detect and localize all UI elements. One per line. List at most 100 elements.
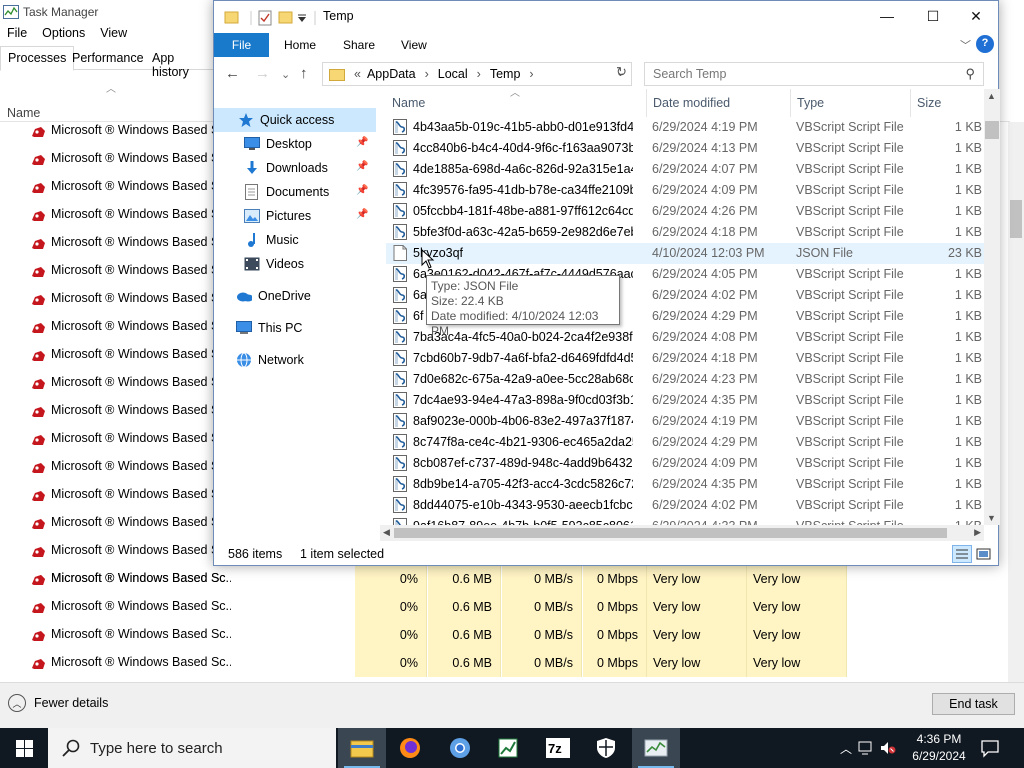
large-icons-view-icon[interactable] [976, 548, 991, 560]
vbscript-file-icon [393, 371, 408, 387]
column-header-size[interactable]: Size [917, 96, 941, 110]
ribbon-tab-share[interactable]: Share [343, 33, 375, 57]
tab-performance[interactable]: Performance [64, 46, 152, 70]
pin-icon[interactable]: 📌 [356, 185, 368, 196]
breadcrumb-chevron-icon[interactable]: › [425, 67, 429, 81]
up-arrow-icon[interactable]: ↑ [300, 65, 308, 82]
pin-icon[interactable]: 📌 [356, 209, 368, 220]
maximize-button[interactable]: ☐ [910, 1, 956, 32]
file-row[interactable]: 8af9023e-000b-4b06-83e2-497a37f18748 6/29… [386, 411, 984, 432]
start-button[interactable] [0, 728, 48, 768]
taskbar-app-security[interactable] [582, 728, 630, 768]
scroll-down-icon[interactable]: ▼ [987, 513, 996, 523]
taskbar-search[interactable]: Type here to search [48, 728, 336, 768]
nav-item-this-pc[interactable]: This PC [214, 316, 376, 340]
file-row[interactable]: 8cb087ef-c737-489d-948c-4add9b6432c9 6/29… [386, 453, 984, 474]
file-row[interactable]: 8db9be14-a705-42f3-acc4-3cdc5826c728 6/29… [386, 474, 984, 495]
end-task-button[interactable]: End task [932, 693, 1015, 715]
file-row[interactable]: 7dc4ae93-94e4-47a3-898a-9f0cd03f3b1d 6/29… [386, 390, 984, 411]
menu-file[interactable]: File [0, 24, 35, 44]
menu-view[interactable]: View [93, 24, 135, 44]
address-bar[interactable]: « AppData › Local › Temp › ⌄ [322, 62, 632, 86]
ribbon-tab-home[interactable]: Home [284, 33, 316, 57]
nav-item-music[interactable]: Music [214, 228, 376, 252]
back-arrow-icon[interactable]: ← [225, 65, 240, 82]
fewer-details-link[interactable]: ︿ Fewer details [8, 694, 108, 712]
taskbar-app-task-manager[interactable] [632, 728, 680, 768]
nav-item-label: Pictures [266, 209, 312, 223]
nav-item-onedrive[interactable]: OneDrive [214, 284, 376, 308]
breadcrumb-local[interactable]: Local [438, 67, 468, 81]
column-divider[interactable] [790, 89, 791, 117]
taskbar-app-spreadsheet[interactable] [484, 728, 532, 768]
file-row[interactable]: 4cc840b6-b4c4-40d4-9f6c-f163aa9073b1 6/29… [386, 138, 984, 159]
breadcrumb-chevron-icon[interactable]: › [529, 67, 533, 81]
notification-icon[interactable] [980, 738, 1000, 758]
nav-item-pictures[interactable]: Pictures 📌 [214, 204, 376, 228]
expand-ribbon-icon[interactable]: ﹀ [960, 37, 971, 53]
forward-arrow-icon[interactable]: → [255, 65, 270, 82]
volume-muted-icon[interactable] [880, 741, 896, 755]
file-row[interactable]: 4de1885a-698d-4a6c-826d-92a315e1a402 6/29… [386, 159, 984, 180]
explorer-titlebar[interactable]: Temp — ☐ ✕ [214, 1, 998, 33]
vbscript-file-icon [393, 287, 408, 303]
show-hidden-icons-icon[interactable]: ︿ [840, 740, 852, 757]
recent-dropdown-icon[interactable]: ⌄ [281, 68, 290, 81]
column-divider[interactable] [910, 89, 911, 117]
column-header-type[interactable]: Type [797, 96, 824, 110]
file-row[interactable]: 05fccbb4-181f-48be-a881-97ff612c64cd 6/29… [386, 201, 984, 222]
pin-icon[interactable]: 📌 [356, 137, 368, 148]
nav-item-quick-access[interactable]: Quick access [214, 108, 376, 132]
scroll-up-icon[interactable]: ▲ [987, 91, 996, 101]
clock[interactable]: 4:36 PM 6/29/2024 [904, 731, 974, 765]
menu-options[interactable]: Options [35, 24, 93, 44]
breadcrumb-chevron-icon[interactable]: › [477, 67, 481, 81]
nav-item-documents[interactable]: Documents 📌 [214, 180, 376, 204]
process-list-scroll-thumb[interactable] [1010, 200, 1022, 238]
file-list-vscrollbar[interactable]: ▲ ▼ [984, 89, 1000, 525]
search-input[interactable]: Search Temp ⚲ [644, 62, 984, 86]
process-row[interactable]: Microsoft ® Windows Based Sc... 0% 0.6 MB 0… [0, 621, 1010, 649]
column-header-name[interactable]: Name [392, 96, 425, 110]
file-list-vscroll-thumb[interactable] [985, 121, 999, 139]
taskbar-app-file-explorer[interactable] [338, 728, 386, 768]
details-view-icon[interactable] [952, 545, 972, 563]
network-icon[interactable] [858, 741, 874, 755]
file-row[interactable]: 5kyzo3qf 4/10/2024 12:03 PM JSON File 23 KB [386, 243, 984, 264]
column-divider[interactable] [646, 89, 647, 117]
pin-icon[interactable]: 📌 [356, 161, 368, 172]
nav-item-videos[interactable]: Videos [214, 252, 376, 276]
taskbar-app-firefox[interactable] [386, 728, 434, 768]
file-row[interactable]: 8c747f8a-ce4c-4b21-9306-ec465a2da257 6/29… [386, 432, 984, 453]
file-list-hscroll-thumb[interactable] [394, 528, 947, 538]
breadcrumb-temp[interactable]: Temp [490, 67, 521, 81]
close-button[interactable]: ✕ [953, 1, 999, 32]
file-row[interactable]: 4b43aa5b-019c-41b5-abb0-d01e913fd4d2 6/29… [386, 117, 984, 138]
ribbon-tab-view[interactable]: View [401, 33, 427, 57]
scroll-right-icon[interactable]: ▶ [974, 527, 981, 538]
scroll-left-icon[interactable]: ◀ [383, 527, 390, 538]
process-row[interactable]: Microsoft ® Windows Based Sc... 0% 0.6 MB 0… [0, 649, 1010, 677]
breadcrumb-appdata[interactable]: AppData [367, 67, 416, 81]
file-row[interactable]: 5bfe3f0d-a63c-42a5-b659-2e982d6e7ebd 6/29… [386, 222, 984, 243]
help-icon[interactable]: ? [976, 35, 994, 53]
column-header-date[interactable]: Date modified [653, 96, 730, 110]
breadcrumb-overflow[interactable]: « [354, 67, 361, 81]
music-icon [244, 232, 260, 248]
nav-item-network[interactable]: Network [214, 348, 376, 372]
file-row[interactable]: 8dd44075-e10b-4343-9530-aeecb1fcbc3c 6/29… [386, 495, 984, 516]
file-row[interactable]: 7d0e682c-675a-42a9-a0ee-5cc28ab68cbe 6/29… [386, 369, 984, 390]
ribbon-tab-file[interactable]: File [214, 33, 269, 57]
tab-app-history[interactable]: App history [144, 46, 214, 79]
nav-item-downloads[interactable]: Downloads 📌 [214, 156, 376, 180]
process-row[interactable]: Microsoft ® Windows Based Sc... 0% 0.6 MB 0… [0, 593, 1010, 621]
nav-item-desktop[interactable]: Desktop 📌 [214, 132, 376, 156]
process-row[interactable]: Microsoft ® Windows Based Sc... 0% 0.6 MB 0… [0, 565, 1010, 593]
taskbar-app-7zip[interactable]: 7z [534, 728, 582, 768]
file-row[interactable]: 4fc39576-fa95-41db-b78e-ca34ffe2109b 6/29… [386, 180, 984, 201]
file-row[interactable]: 7cbd60b7-9db7-4a6f-bfa2-d6469fdfd4d5 6/29… [386, 348, 984, 369]
minimize-button[interactable]: — [864, 1, 910, 32]
refresh-icon[interactable]: ↻ [616, 64, 627, 80]
process-power-cell: Very low [647, 565, 747, 593]
taskbar-app-chrome[interactable] [436, 728, 484, 768]
